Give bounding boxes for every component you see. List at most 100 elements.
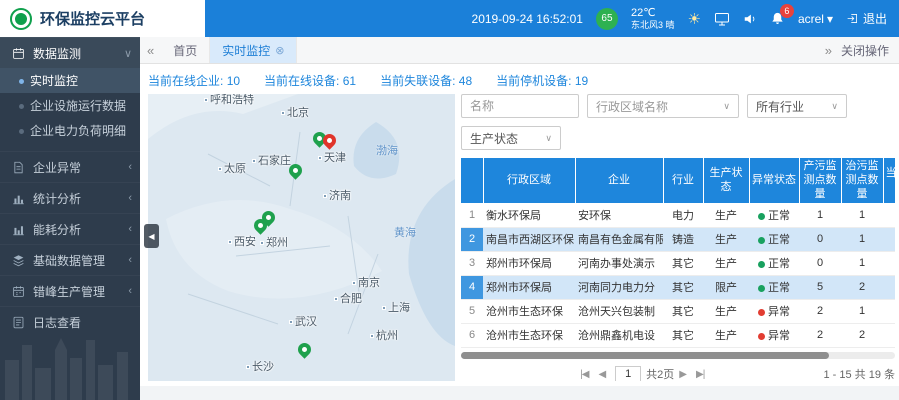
sidebar-item-label: 统计分析 (33, 190, 121, 207)
production-status-select[interactable]: 生产状态 ∨ (461, 126, 561, 150)
city-marker-icon (204, 98, 208, 102)
table-row[interactable]: 5 沧州市生态环保 沧州天兴包装制 其它 生产 异常 2 1 3 (461, 299, 895, 323)
map-view[interactable]: 呼和浩特 北京 天津 石家庄 太原 济南 西安 郑州 南京 合肥 上海 武汉 杭… (148, 94, 455, 381)
last-page-icon[interactable]: ▶| (696, 369, 704, 380)
city-label: 南京 (352, 274, 380, 290)
tabs-expand-icon[interactable]: » (818, 37, 839, 63)
city-label: 郑州 (260, 234, 288, 250)
caret-down-icon: ▾ (827, 12, 833, 26)
col-region: 行政区域 (483, 158, 575, 203)
city-marker-icon (289, 320, 293, 324)
stat-online-enterprises: 当前在线企业: 10 (148, 72, 240, 89)
city-label: 上海 (382, 299, 410, 315)
calendar-icon (12, 46, 26, 60)
app-window: 环保监控云平台 2019-09-24 16:52:01 65 22℃ 东北风3 … (0, 0, 899, 400)
city-marker-icon (218, 167, 222, 171)
bell-icon[interactable]: 6 (770, 11, 785, 26)
table-row[interactable]: 4 郑州市环保局 河南同力电力分 其它 限产 正常 5 2 5 (461, 275, 895, 299)
close-icon[interactable]: ⊗ (275, 44, 284, 57)
logout-icon (846, 12, 859, 25)
sidebar-item-enterprise-abnormal[interactable]: 企业异常 ‹ (0, 151, 140, 182)
sidebar-subitem-power-detail[interactable]: 企业电力负荷明细 (0, 118, 140, 143)
sidebar-subitem-label: 企业设施运行数据 (30, 97, 126, 114)
username-label: acrel (798, 12, 824, 26)
tab-realtime-monitor[interactable]: 实时监控 ⊗ (210, 37, 297, 63)
weather-text: 22℃ 东北风3 晴 (631, 7, 675, 30)
city-label: 武汉 (289, 313, 317, 329)
stat-online-devices: 当前在线设备: 61 (264, 72, 356, 89)
monitor-icon[interactable] (714, 11, 730, 27)
col-num (461, 158, 483, 203)
table-row[interactable]: 2 南昌市西湖区环保 南昌有色金属有限 铸造 生产 正常 0 1 0 (461, 227, 895, 251)
bar-chart-icon (12, 191, 26, 205)
tab-label: 实时监控 (222, 42, 270, 59)
logout-button[interactable]: 退出 (846, 10, 887, 27)
status-dot-icon (758, 285, 765, 292)
name-input[interactable] (461, 94, 579, 118)
sidebar-subitem-realtime-monitor[interactable]: 实时监控 (0, 68, 140, 93)
sea-label: 黄海 (394, 224, 416, 240)
pagination-bar: |◀ ◀ 共2页 ▶ ▶| 1 - 15 共 19 条 (461, 362, 895, 381)
sea-label: 渤海 (376, 142, 398, 158)
city-marker-icon (382, 306, 386, 310)
sidebar-item-data-monitoring[interactable]: 数据监测 ∨ (0, 37, 140, 68)
status-dot-icon (758, 213, 765, 220)
sidebar: 数据监测 ∨ 实时监控 企业设施运行数据 企业电力负荷明细 企业异常 ‹ 统计分… (0, 37, 140, 400)
tab-label: 首页 (173, 42, 197, 59)
city-label: 济南 (323, 187, 351, 203)
stat-stopped-devices: 当前停机设备: 19 (496, 72, 588, 89)
speaker-icon[interactable] (743, 12, 757, 26)
next-page-icon[interactable]: ▶ (679, 369, 686, 380)
city-marker-icon (323, 194, 327, 198)
sidebar-subitem-facility-data[interactable]: 企业设施运行数据 (0, 93, 140, 118)
table-row[interactable]: 6 沧州市生态环保 沧州鼎鑫机电设 其它 生产 异常 2 2 4 (461, 323, 895, 347)
industry-select[interactable]: 所有行业 ∨ (747, 94, 847, 118)
city-marker-icon (370, 334, 374, 338)
city-label: 呼和浩特 (204, 94, 254, 107)
calendar-icon (12, 284, 26, 298)
filter-row-2: 生产状态 ∨ (461, 126, 895, 150)
first-page-icon[interactable]: |◀ (580, 369, 588, 380)
tab-bar: « 首页 实时监控 ⊗ » 关闭操作 (140, 37, 899, 64)
close-operations-button[interactable]: 关闭操作 (839, 37, 899, 63)
notification-badge[interactable]: 6 (780, 4, 794, 18)
scrollbar-thumb[interactable] (461, 352, 829, 359)
table-row[interactable]: 7 沧州市生态环保 沧县隆鑫强力加 其它 生产 异常 2 1 0 (461, 347, 895, 350)
sidebar-item-statistics[interactable]: 统计分析 ‹ (0, 182, 140, 213)
table-row[interactable]: 1 衡水环保局 安环保 电力 生产 正常 1 1 0 (461, 203, 895, 227)
region-select[interactable]: 行政区域名称 ∨ (587, 94, 739, 118)
col-running: 当前运行 (883, 158, 895, 203)
col-pollution-points: 产污监测点数量 (799, 158, 841, 203)
user-menu[interactable]: acrel ▾ (798, 12, 833, 26)
col-production: 生产状态 (703, 158, 749, 203)
sidebar-item-energy-analysis[interactable]: 能耗分析 ‹ (0, 213, 140, 244)
sidebar-item-base-data[interactable]: 基础数据管理 ‹ (0, 244, 140, 275)
city-label: 合肥 (334, 290, 362, 306)
tab-home[interactable]: 首页 (161, 37, 210, 63)
prev-page-icon[interactable]: ◀ (598, 369, 605, 380)
city-label: 长沙 (246, 358, 274, 374)
aqi-badge: 65 (596, 8, 618, 30)
horizontal-scrollbar[interactable] (461, 352, 895, 359)
page-number-input[interactable] (615, 366, 641, 382)
col-company: 企业 (575, 158, 663, 203)
city-marker-icon (334, 297, 338, 301)
logout-label: 退出 (863, 10, 887, 27)
city-marker-icon (260, 241, 264, 245)
region-select-value: 行政区域名称 (596, 98, 668, 115)
production-status-value: 生产状态 (470, 130, 518, 147)
map-collapse-button[interactable]: ◀ (144, 224, 159, 248)
close-operations-label: 关闭操作 (841, 42, 889, 59)
stats-row: 当前在线企业: 10 当前在线设备: 61 当前失联设备: 48 当前停机设备:… (148, 71, 895, 89)
bar-chart-icon (12, 222, 26, 236)
table-header-row: 行政区域 企业 行业 生产状态 异常状态 产污监测点数量 治污监测点数量 当前运… (461, 158, 895, 203)
city-label: 太原 (218, 160, 246, 176)
city-marker-icon (281, 111, 285, 115)
main-panel: ◀ 呼和浩特 北京 天津 石家庄 太原 济 (148, 94, 895, 381)
header-right: 2019-09-24 16:52:01 65 22℃ 东北风3 晴 ☀ 6 ac… (205, 0, 899, 37)
chevron-left-icon: ‹ (128, 254, 132, 266)
tabs-collapse-icon[interactable]: « (140, 37, 161, 63)
stat-lost-devices: 当前失联设备: 48 (380, 72, 472, 89)
table-row[interactable]: 3 郑州市环保局 河南办事处演示 其它 生产 正常 0 1 0 (461, 251, 895, 275)
sidebar-item-production-schedule[interactable]: 错峰生产管理 ‹ (0, 275, 140, 306)
